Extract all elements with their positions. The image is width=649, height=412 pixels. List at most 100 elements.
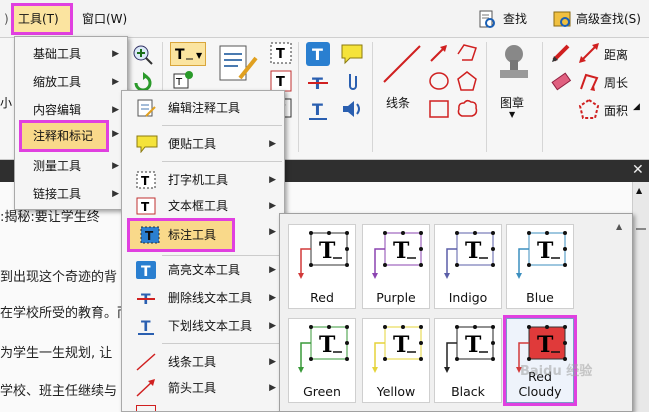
tile-label: Green (303, 384, 341, 399)
svg-text:T: T (393, 238, 410, 264)
menu-item-line-tool[interactable]: 线条工具 ▶ (122, 349, 284, 375)
menu-item-comments-markup[interactable]: 注释和标记 (19, 120, 109, 152)
menu-item-edit-annotation[interactable]: 编辑注释工具 (122, 95, 284, 121)
tile-label: Purple (376, 290, 416, 305)
menu-item-textbox[interactable]: T 文本框工具 ▶ (122, 193, 284, 219)
add-text-icon[interactable]: T (172, 70, 194, 92)
menu-item-link-tools[interactable]: 链接工具 ▶ (15, 181, 127, 207)
svg-text:T: T (276, 75, 285, 90)
menu-window[interactable]: 窗口(W) (78, 6, 134, 32)
callout-style-black[interactable]: T Black (434, 318, 502, 403)
menu-item-arrow-tool[interactable]: 箭头工具 ▶ (122, 375, 284, 401)
tile-label: Indigo (448, 290, 488, 305)
ellipse-icon[interactable] (428, 70, 450, 92)
menu-item-measure-tools[interactable]: 测量工具 ▶ (15, 153, 127, 179)
menu-item-typewriter[interactable]: T 打字机工具 ▶ (122, 167, 284, 193)
note-icon[interactable] (340, 42, 364, 66)
menu-item-zoom-tools[interactable]: 缩放工具 ▶ (15, 69, 127, 95)
advanced-search-button[interactable]: 高级查找(S) (572, 6, 649, 32)
rectangle-icon[interactable] (428, 98, 450, 120)
doc-line: 到出现这个奇迹的背 (0, 270, 118, 285)
menu-item-label: 高亮文本工具 (168, 263, 241, 277)
doc-line: 为学生一生规划, 让 (0, 346, 113, 361)
menu-item-underline-text[interactable]: T 下划线文本工具 ▶ (122, 313, 284, 339)
menu-item-label: 线条工具 (168, 355, 217, 369)
pencil-icon[interactable] (550, 42, 572, 64)
svg-text:T: T (319, 238, 336, 264)
scroll-thumb[interactable] (636, 228, 646, 230)
edit-annotation-icon (136, 99, 156, 117)
menu-item-content-edit[interactable]: 内容编辑 ▶ (15, 97, 127, 123)
close-panel-icon[interactable]: ✕ (632, 162, 644, 178)
polyline-icon[interactable] (456, 42, 478, 64)
callout-style-green[interactable]: T Green (288, 318, 356, 403)
typewriter-icon[interactable]: T (270, 42, 292, 64)
svg-text:T: T (175, 77, 183, 88)
eraser-icon[interactable] (550, 70, 572, 92)
menu-item-label: 内容编辑 (33, 103, 82, 117)
menu-item-label: 打字机工具 (168, 173, 229, 187)
submenu-arrow-icon: ▶ (112, 49, 119, 59)
line-label: 线条 (386, 96, 411, 110)
typewriter-tool-icon[interactable]: T ▼ (170, 42, 206, 66)
distance-icon[interactable] (578, 42, 600, 64)
textbox-icon: T (136, 197, 156, 215)
area-icon[interactable] (578, 98, 600, 120)
callout-style-indigo[interactable]: T Indigo (434, 224, 502, 309)
submenu-arrow-icon: ▶ (269, 175, 276, 185)
sound-icon[interactable] (340, 98, 364, 120)
strikeout-text-icon[interactable]: T (306, 70, 330, 94)
callout-style-red[interactable]: T Red (288, 224, 356, 309)
textbox-icon[interactable]: T (270, 70, 292, 92)
callout-icon: T (140, 226, 160, 244)
svg-text:T: T (537, 238, 554, 264)
polygon-icon[interactable] (456, 70, 478, 92)
underline-text-icon: T (136, 317, 156, 335)
menu-item-basic-tools[interactable]: 基础工具 ▶ (15, 41, 127, 67)
svg-text:T: T (465, 332, 482, 358)
submenu-arrow-icon: ▶ (112, 129, 119, 139)
menu-item-highlight-text[interactable]: T 高亮文本工具 ▶ (122, 257, 284, 283)
highlight-text-icon[interactable]: T (306, 42, 330, 66)
menu-item-label: 编辑注释工具 (168, 101, 241, 115)
palette-scroll-up-icon[interactable]: ▲ (616, 222, 622, 231)
underline-text-icon[interactable]: T (306, 98, 330, 122)
menu-item-label: 标注工具 (168, 228, 217, 242)
perimeter-icon[interactable] (578, 70, 600, 92)
menu-item-strikeout-text[interactable]: T 删除线文本工具 ▶ (122, 285, 284, 311)
cloud-icon[interactable] (456, 98, 478, 120)
submenu-arrow-icon: ▶ (269, 293, 276, 303)
menu-item-sticky-note[interactable]: 便贴工具 ▶ (122, 131, 284, 157)
watermark: Baidu 经验 (520, 364, 593, 379)
submenu-arrow-icon: ▶ (269, 383, 276, 393)
menu-tools[interactable]: 工具(T) (11, 3, 73, 35)
annotation-submenu: 编辑注释工具 便贴工具 ▶ T 打字机工具 ▶ T 文本框工具 ▶ T 标注工具 ▶ … (121, 90, 285, 412)
search-button[interactable]: 查找(F) (499, 6, 547, 52)
menu-item-label: 基础工具 (33, 47, 82, 61)
svg-text:T: T (312, 45, 323, 64)
vertical-scrollbar[interactable]: ▲ (632, 182, 649, 412)
zoom-in-icon[interactable] (132, 44, 154, 66)
perimeter-label: 周长 (604, 76, 629, 90)
arrow-shape-icon[interactable] (428, 42, 450, 64)
submenu-arrow-icon: ▶ (269, 357, 276, 367)
menu-item-label: 测量工具 (33, 159, 82, 173)
submenu-arrow-icon: ▶ (112, 105, 119, 115)
callout-style-yellow[interactable]: T Yellow (362, 318, 430, 403)
callout-preview-icon: T (444, 231, 495, 279)
callout-style-purple[interactable]: T Purple (362, 224, 430, 309)
menu-item-callout[interactable]: T 标注工具 (127, 218, 235, 252)
scroll-up-icon[interactable]: ▲ (636, 186, 642, 195)
callout-style-blue[interactable]: T Blue (506, 224, 574, 309)
menu-item-label: 文本框工具 (168, 199, 229, 213)
edit-document-icon[interactable] (216, 44, 260, 84)
attach-file-icon[interactable] (342, 70, 364, 92)
callout-preview-icon: T (372, 325, 423, 373)
line-shape-icon[interactable] (380, 42, 424, 86)
ribbon-expand-icon[interactable]: ◢ (633, 102, 640, 112)
stamp-icon[interactable] (496, 42, 532, 86)
menu-item-label: 注释和标记 (33, 129, 94, 143)
tile-label: Red (310, 290, 334, 305)
tile-label: Blue (526, 290, 554, 305)
stamp-dropdown-icon[interactable]: ▼ (509, 110, 515, 119)
